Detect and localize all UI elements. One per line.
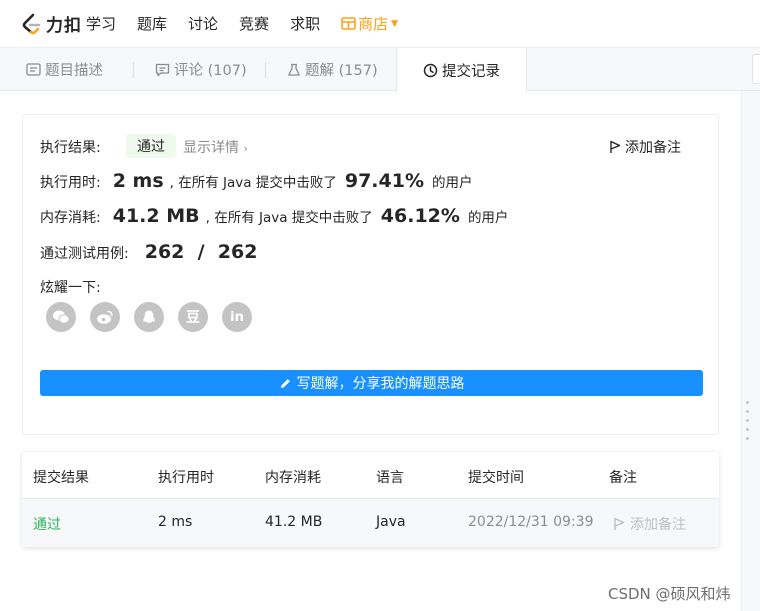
- resize-gutter[interactable]: [741, 91, 760, 611]
- row-language: Java: [376, 514, 406, 530]
- testcases-stat: 通过测试用例: 262 / 262: [40, 241, 263, 263]
- douban-icon[interactable]: 豆: [178, 302, 208, 332]
- nav-item-problemset[interactable]: 题库: [137, 13, 167, 34]
- watermark: CSDN @硕风和炜: [608, 585, 731, 603]
- nav-item-store[interactable]: 商店 ▼: [341, 13, 398, 34]
- row-runtime: 2 ms: [158, 514, 193, 530]
- top-navbar: 力扣 学习 题库 讨论 竞赛 求职 商店 ▼: [0, 0, 760, 48]
- add-note-button[interactable]: 添加备注: [609, 137, 681, 157]
- memory-text: , 在所有 Java 提交中击败了: [205, 210, 373, 226]
- share-icons: 豆 in: [46, 302, 266, 332]
- qq-icon[interactable]: [134, 302, 164, 332]
- runtime-percentile: 97.41%: [344, 170, 424, 192]
- resize-handle-dot: [746, 437, 749, 440]
- col-header-memory: 内存消耗: [265, 470, 321, 486]
- resize-handle-dot: [746, 419, 749, 422]
- chevron-down-icon: ▼: [391, 18, 399, 29]
- resize-handle-dot: [746, 428, 749, 431]
- store-icon: [341, 17, 356, 30]
- leetcode-logo-icon: [22, 13, 41, 34]
- memory-suffix: 的用户: [467, 210, 509, 226]
- runtime-text: , 在所有 Java 提交中击败了: [169, 175, 337, 191]
- col-header-result: 提交结果: [33, 470, 89, 486]
- add-note-label: 添加备注: [625, 140, 681, 156]
- show-details-link[interactable]: 显示详情 ›: [183, 137, 248, 157]
- row-submit-time: 2022/12/31 09:39: [468, 514, 594, 530]
- tab-divider: [133, 62, 134, 78]
- testcases-value: 262 / 262: [144, 241, 258, 263]
- comment-icon: [155, 63, 170, 76]
- table-header: 提交结果 执行用时 内存消耗 语言 提交时间 备注: [22, 452, 719, 499]
- memory-stat: 内存消耗: 41.2 MB , 在所有 Java 提交中击败了 46.12% 的…: [40, 205, 508, 227]
- runtime-stat: 执行用时: 2 ms , 在所有 Java 提交中击败了 97.41% 的用户: [40, 170, 473, 192]
- tab-divider: [265, 62, 266, 78]
- nav-item-contest[interactable]: 竞赛: [239, 13, 269, 34]
- status-badge: 通过: [126, 134, 176, 158]
- flask-icon: [288, 63, 300, 76]
- testcases-label: 通过测试用例:: [40, 246, 129, 262]
- submissions-table: 提交结果 执行用时 内存消耗 语言 提交时间 备注 通过 2 ms 41.2 M…: [22, 452, 719, 547]
- memory-label: 内存消耗:: [40, 210, 101, 226]
- store-label: 商店: [358, 15, 389, 33]
- row-add-note-button[interactable]: 添加备注: [613, 514, 686, 534]
- problem-tabs: 题目描述 评论 (107) 题解 (157) 提交记录: [0, 48, 760, 92]
- write-solution-label: 写题解，分享我的解题思路: [296, 376, 465, 392]
- nav-item-discuss[interactable]: 讨论: [188, 13, 218, 34]
- chevron-right-icon: ›: [243, 142, 248, 155]
- show-details-label: 显示详情: [183, 140, 239, 156]
- runtime-label: 执行用时:: [40, 175, 101, 191]
- nav-item-jobs[interactable]: 求职: [290, 13, 320, 34]
- leetcode-logo[interactable]: 力扣: [20, 11, 86, 36]
- weibo-icon[interactable]: [90, 302, 120, 332]
- tab-submissions[interactable]: 提交记录: [396, 48, 527, 92]
- row-memory: 41.2 MB: [265, 514, 323, 530]
- tab-submissions-label: 提交记录: [442, 63, 500, 80]
- runtime-value: 2 ms: [112, 170, 164, 192]
- pencil-icon: [280, 378, 290, 388]
- tab-solutions[interactable]: 题解 (157): [287, 48, 378, 91]
- tab-description-label: 题目描述: [45, 63, 103, 79]
- col-header-runtime: 执行用时: [158, 470, 214, 486]
- tab-comments-label: 评论 (107): [174, 63, 247, 79]
- status-label: 执行结果:: [40, 140, 101, 156]
- memory-value: 41.2 MB: [112, 205, 200, 227]
- wechat-icon[interactable]: [46, 302, 76, 332]
- description-icon: [26, 63, 41, 76]
- submission-result-card: 执行结果: 通过 显示详情 › 添加备注 执行用时: 2 ms , 在所有 Ja…: [22, 114, 719, 435]
- panel-toggle[interactable]: [752, 54, 760, 84]
- flag-icon: [610, 140, 621, 153]
- tab-description[interactable]: 题目描述: [26, 48, 103, 91]
- resize-handle-dot: [746, 410, 749, 413]
- linkedin-icon[interactable]: in: [222, 302, 252, 332]
- table-row[interactable]: 通过 2 ms 41.2 MB Java 2022/12/31 09:39 添加…: [22, 499, 719, 547]
- memory-percentile: 46.12%: [380, 205, 460, 227]
- clock-icon: [423, 63, 438, 77]
- resize-handle-dot: [746, 401, 749, 404]
- share-label: 炫耀一下:: [40, 280, 101, 296]
- col-header-language: 语言: [376, 470, 404, 486]
- nav-item-learn[interactable]: 学习: [86, 13, 116, 34]
- logo-text: 力扣: [46, 16, 82, 36]
- col-header-note: 备注: [609, 470, 637, 486]
- col-header-time: 提交时间: [468, 470, 524, 486]
- row-result[interactable]: 通过: [33, 514, 61, 534]
- tab-solutions-label: 题解 (157): [305, 63, 378, 79]
- runtime-suffix: 的用户: [432, 175, 473, 191]
- write-solution-button[interactable]: 写题解，分享我的解题思路: [40, 370, 703, 396]
- flag-icon: [614, 517, 625, 530]
- row-add-note-label: 添加备注: [630, 517, 686, 533]
- tab-comments[interactable]: 评论 (107): [155, 48, 247, 91]
